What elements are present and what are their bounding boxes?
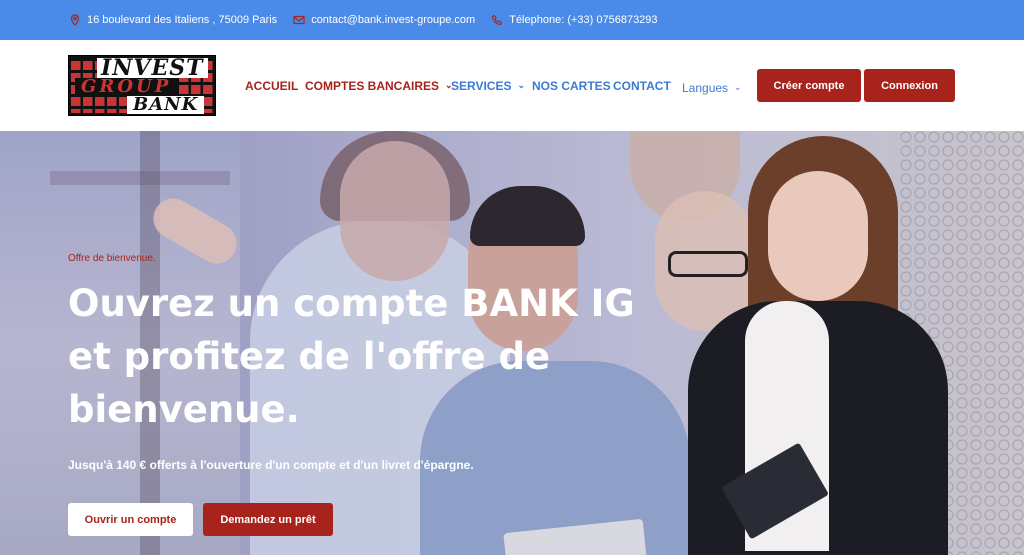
create-account-button[interactable]: Créer compte <box>757 69 861 102</box>
request-loan-button[interactable]: Demandez un prêt <box>203 503 333 536</box>
logo-line-3: BANK <box>127 96 205 114</box>
nav-item-label: Langues <box>682 81 729 95</box>
hero-title: Ouvrez un compte BANK IG et profitez de … <box>68 282 635 431</box>
nav-item-comptes-bancaires[interactable]: COMPTES BANCAIRES ⌄ <box>305 79 453 93</box>
chevron-down-icon: ⌄ <box>734 81 742 92</box>
nav-item-label: SERVICES <box>451 79 512 93</box>
nav-item-nos-cartes[interactable]: NOS CARTES <box>532 79 611 93</box>
logo-line-1: INVEST <box>97 57 208 79</box>
nav-item-label: ACCUEIL <box>245 79 299 93</box>
nav-item-services[interactable]: SERVICES ⌄ <box>451 79 525 93</box>
nav-item-label: CONTACT <box>613 79 671 93</box>
hero-banner: Offre de bienvenue. Ouvrez un compte BAN… <box>0 131 1024 555</box>
phone-text[interactable]: Télephone: (+33) 0756873293 <box>509 14 657 26</box>
nav-item-label: NOS CARTES <box>532 79 611 93</box>
nav-item-accueil[interactable]: ACCUEIL <box>245 79 298 93</box>
top-info-bar: 16 boulevard des Italiens , 75009 Paris … <box>0 0 1024 40</box>
nav-item-langues[interactable]: Langues ⌄ <box>682 81 742 95</box>
chevron-down-icon: ⌄ <box>517 79 526 90</box>
invest-group-bank-logo[interactable]: INVEST GROUP BANK <box>68 55 216 116</box>
phone-info[interactable]: Télephone: (+33) 0756873293 <box>491 14 658 26</box>
login-button[interactable]: Connexion <box>864 69 955 102</box>
open-account-button[interactable]: Ouvrir un compte <box>68 503 193 536</box>
site-header: INVEST GROUP BANK ACCUEIL COMPTES BANCAI… <box>0 40 1024 131</box>
phone-icon <box>492 14 503 26</box>
location-pin-icon <box>70 14 80 26</box>
email-info[interactable]: contact@bank.invest-groupe.com <box>293 14 475 26</box>
nav-item-label: COMPTES BANCAIRES <box>305 79 440 93</box>
email-text[interactable]: contact@bank.invest-groupe.com <box>311 14 475 26</box>
address-text: 16 boulevard des Italiens , 75009 Paris <box>87 14 278 26</box>
address-info: 16 boulevard des Italiens , 75009 Paris <box>69 14 277 26</box>
nav-item-contact[interactable]: CONTACT <box>613 79 671 93</box>
hero-subtitle: Jusqu'à 140 € offerts à l'ouverture d'un… <box>68 458 474 472</box>
hero-offer-label: Offre de bienvenue. <box>68 253 156 264</box>
envelope-icon <box>293 15 305 25</box>
